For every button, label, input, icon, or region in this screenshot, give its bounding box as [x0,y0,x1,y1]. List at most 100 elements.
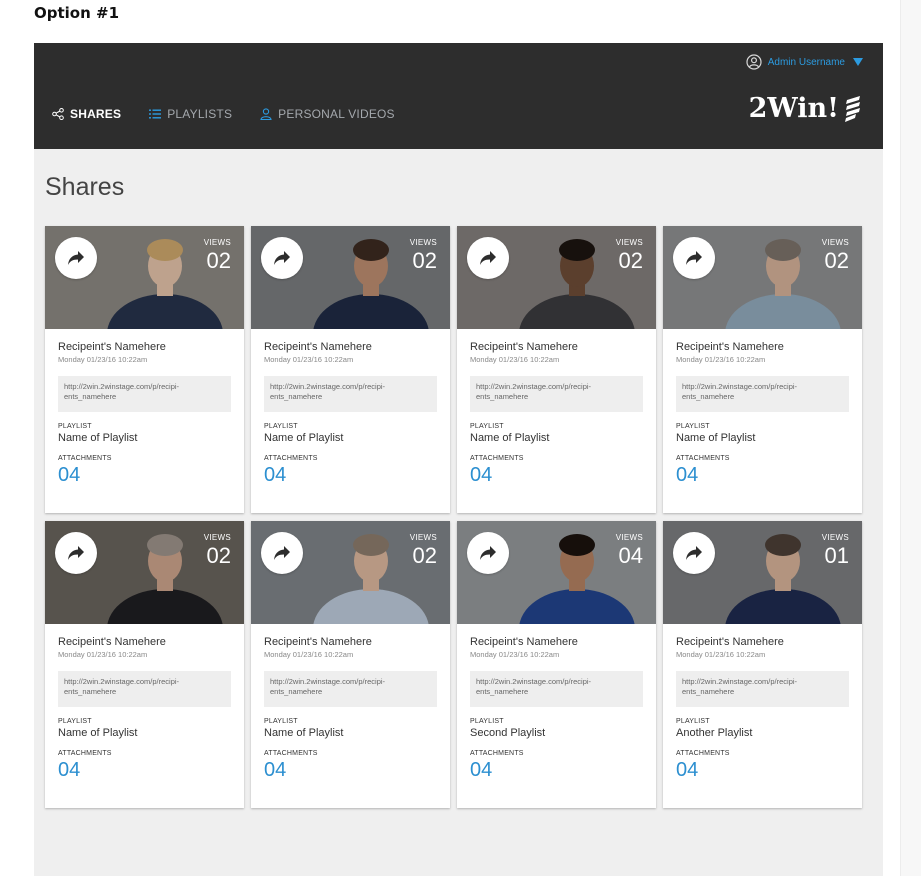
share-button[interactable] [467,532,509,574]
attachments-count[interactable]: 04 [58,464,231,487]
video-thumbnail[interactable]: VIEWS 02 [45,521,244,624]
playlist-name[interactable]: Name of Playlist [264,727,437,739]
nav-personal-videos[interactable]: PERSONAL VIDEOS [260,107,395,121]
user-name: Admin Username [767,56,845,68]
share-card[interactable]: VIEWS 02 Recipeint's Namehere Monday 01/… [663,226,862,513]
recipient-name: Recipeint's Namehere [264,636,372,648]
recipient-name: Recipeint's Namehere [676,341,784,353]
video-thumbnail[interactable]: VIEWS 02 [251,521,450,624]
card-details: Recipeint's Namehere Monday 01/23/16 10:… [457,624,656,782]
attachments-count[interactable]: 04 [264,759,437,782]
share-arrow-icon [274,546,290,560]
share-link[interactable]: http://2win.2winstage.com/p/recipi-ents_… [470,376,643,412]
attachments-count[interactable]: 04 [676,759,849,782]
share-button[interactable] [673,532,715,574]
sent-date: Monday 01/23/16 10:22am [264,355,354,364]
share-card[interactable]: VIEWS 02 Recipeint's Namehere Monday 01/… [45,226,244,513]
sent-date: Monday 01/23/16 10:22am [470,355,560,364]
sent-date: Monday 01/23/16 10:22am [676,355,766,364]
attachments-label: ATTACHMENTS [264,750,318,757]
share-icon [52,108,64,120]
top-navigation-bar: Admin Username SHARES PLAYLISTS PERSONAL… [34,43,883,149]
card-details: Recipeint's Namehere Monday 01/23/16 10:… [45,624,244,782]
playlist-name[interactable]: Name of Playlist [58,727,231,739]
share-link[interactable]: http://2win.2winstage.com/p/recipi-ents_… [676,376,849,412]
share-card[interactable]: VIEWS 02 Recipeint's Namehere Monday 01/… [251,521,450,808]
playlist-name[interactable]: Name of Playlist [676,432,849,444]
video-thumbnail[interactable]: VIEWS 02 [45,226,244,329]
user-menu[interactable]: Admin Username [746,53,863,71]
card-details: Recipeint's Namehere Monday 01/23/16 10:… [663,329,862,487]
views-count: 01 [824,543,849,568]
attachments-label: ATTACHMENTS [676,750,730,757]
card-details: Recipeint's Namehere Monday 01/23/16 10:… [251,624,450,782]
views-count: 02 [412,543,437,568]
share-button[interactable] [673,237,715,279]
share-link[interactable]: http://2win.2winstage.com/p/recipi-ents_… [676,671,849,707]
attachments-label: ATTACHMENTS [470,455,524,462]
views-count: 02 [824,248,849,273]
attachments-count[interactable]: 04 [676,464,849,487]
video-thumbnail[interactable]: VIEWS 04 [457,521,656,624]
main-nav: SHARES PLAYLISTS PERSONAL VIDEOS [52,107,395,121]
share-card[interactable]: VIEWS 04 Recipeint's Namehere Monday 01/… [457,521,656,808]
brand-name: 2Win! [748,93,839,124]
right-gutter [900,0,921,876]
card-details: Recipeint's Namehere Monday 01/23/16 10:… [663,624,862,782]
card-details: Recipeint's Namehere Monday 01/23/16 10:… [45,329,244,487]
playlist-name[interactable]: Second Playlist [470,727,643,739]
sent-date: Monday 01/23/16 10:22am [58,355,148,364]
video-thumbnail[interactable]: VIEWS 01 [663,521,862,624]
playlist-name[interactable]: Another Playlist [676,727,849,739]
share-arrow-icon [68,251,84,265]
share-card[interactable]: VIEWS 02 Recipeint's Namehere Monday 01/… [457,226,656,513]
share-button[interactable] [55,532,97,574]
sent-date: Monday 01/23/16 10:22am [470,650,560,659]
attachments-count[interactable]: 04 [264,464,437,487]
views-label: VIEWS [615,533,643,542]
nav-playlists[interactable]: PLAYLISTS [149,107,232,121]
views-count: 02 [206,248,231,273]
playlist-name[interactable]: Name of Playlist [470,432,643,444]
views-count: 04 [618,543,643,568]
share-card[interactable]: VIEWS 02 Recipeint's Namehere Monday 01/… [45,521,244,808]
attachments-count[interactable]: 04 [470,464,643,487]
share-link[interactable]: http://2win.2winstage.com/p/recipi-ents_… [264,376,437,412]
video-thumbnail[interactable]: VIEWS 02 [457,226,656,329]
user-avatar-icon [746,54,762,70]
share-card[interactable]: VIEWS 01 Recipeint's Namehere Monday 01/… [663,521,862,808]
attachments-count[interactable]: 04 [470,759,643,782]
page-title: Shares [45,173,125,201]
playlist-label: PLAYLIST [676,423,710,430]
attachments-count[interactable]: 04 [58,759,231,782]
views-label: VIEWS [409,238,437,247]
shares-grid: VIEWS 02 Recipeint's Namehere Monday 01/… [45,226,862,808]
views-label: VIEWS [821,238,849,247]
share-button[interactable] [55,237,97,279]
video-thumbnail[interactable]: VIEWS 02 [663,226,862,329]
views-count: 02 [618,248,643,273]
share-link[interactable]: http://2win.2winstage.com/p/recipi-ents_… [58,376,231,412]
playlist-label: PLAYLIST [470,718,504,725]
card-details: Recipeint's Namehere Monday 01/23/16 10:… [457,329,656,487]
option-caption: Option #1 [34,4,120,22]
playlist-label: PLAYLIST [264,423,298,430]
share-link[interactable]: http://2win.2winstage.com/p/recipi-ents_… [264,671,437,707]
share-button[interactable] [467,237,509,279]
brand-logo[interactable]: 2Win! [749,93,863,124]
playlist-label: PLAYLIST [264,718,298,725]
playlist-name[interactable]: Name of Playlist [264,432,437,444]
share-card[interactable]: VIEWS 02 Recipeint's Namehere Monday 01/… [251,226,450,513]
nav-shares-label: SHARES [70,107,122,121]
attachments-label: ATTACHMENTS [58,750,112,757]
share-button[interactable] [261,237,303,279]
nav-shares[interactable]: SHARES [52,107,121,121]
share-button[interactable] [261,532,303,574]
recipient-name: Recipeint's Namehere [264,341,372,353]
share-link[interactable]: http://2win.2winstage.com/p/recipi-ents_… [58,671,231,707]
share-arrow-icon [686,546,702,560]
share-link[interactable]: http://2win.2winstage.com/p/recipi-ents_… [470,671,643,707]
card-details: Recipeint's Namehere Monday 01/23/16 10:… [251,329,450,487]
video-thumbnail[interactable]: VIEWS 02 [251,226,450,329]
playlist-name[interactable]: Name of Playlist [58,432,231,444]
